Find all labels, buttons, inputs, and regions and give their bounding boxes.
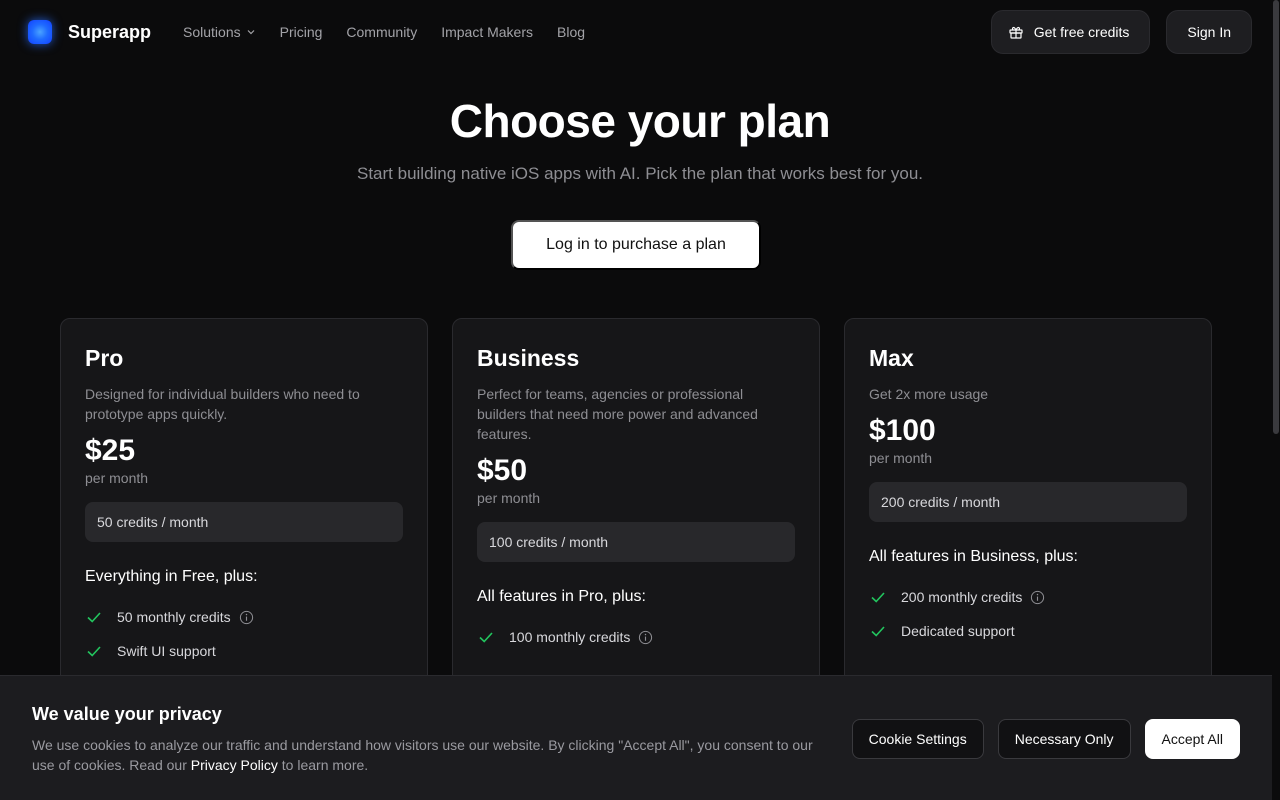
page-title: Choose your plan — [449, 95, 831, 147]
check-icon — [871, 592, 885, 603]
features-heading: All features in Pro, plus: — [477, 588, 646, 605]
feature-label: 100 monthly credits — [509, 629, 631, 645]
check-icon — [87, 646, 101, 657]
cookie-text-before: We use cookies to analyze our traffic an… — [32, 737, 813, 773]
get-free-credits-button[interactable]: Get free credits — [990, 10, 1151, 54]
nav-links: Solutions Pricing Community Impact Maker… — [183, 24, 609, 40]
feature-list: 100 monthly credits — [477, 620, 795, 654]
plan-description: Perfect for teams, agencies or professio… — [477, 386, 758, 442]
privacy-policy-link[interactable]: Privacy Policy — [191, 757, 278, 773]
plan-name: Pro — [85, 345, 124, 371]
feature-item: 200 monthly credits — [869, 580, 1187, 614]
info-icon[interactable] — [1030, 590, 1045, 605]
check-icon — [479, 632, 493, 643]
feature-label: Swift UI support — [117, 643, 216, 659]
plan-credits-selector[interactable]: 100 credits / month — [477, 522, 795, 562]
cookie-settings-button[interactable]: Cookie Settings — [851, 719, 984, 759]
plan-period: per month — [477, 490, 541, 506]
cookie-text: We use cookies to analyze our traffic an… — [32, 735, 832, 775]
gift-icon — [1009, 26, 1023, 39]
plan-credits-selector[interactable]: 200 credits / month — [869, 482, 1187, 522]
nav-link-blog[interactable]: Blog — [557, 24, 585, 40]
plan-name: Max — [869, 345, 914, 371]
top-nav: Superapp Solutions Pricing Community Imp… — [0, 0, 1280, 64]
features-heading: All features in Business, plus: — [869, 548, 1078, 565]
plan-price: $100 — [869, 414, 936, 447]
nav-link-community[interactable]: Community — [346, 24, 417, 40]
check-icon — [871, 626, 885, 637]
cookie-actions: Cookie Settings Necessary Only Accept Al… — [838, 719, 1240, 759]
feature-item: Swift UI support — [85, 634, 403, 668]
page-subtitle: Start building native iOS apps with AI. … — [356, 164, 923, 183]
plan-period: per month — [869, 450, 933, 466]
nav-link-pricing[interactable]: Pricing — [280, 24, 323, 40]
chevron-down-icon — [247, 30, 255, 35]
nav-link-solutions[interactable]: Solutions — [183, 24, 256, 40]
info-icon[interactable] — [638, 630, 653, 645]
cookie-banner: We value your privacy We use cookies to … — [0, 675, 1272, 800]
necessary-only-button[interactable]: Necessary Only — [997, 719, 1131, 759]
superapp-logo-icon[interactable] — [28, 20, 52, 44]
feature-label: 50 monthly credits — [117, 609, 231, 625]
get-free-credits-label: Get free credits — [1033, 24, 1130, 40]
features-heading: Everything in Free, plus: — [85, 568, 258, 585]
nav-link-label: Solutions — [183, 24, 241, 40]
plan-price: $50 — [477, 454, 528, 487]
nav-link-impact-makers[interactable]: Impact Makers — [441, 24, 533, 40]
feature-label: 200 monthly credits — [901, 589, 1023, 605]
feature-list: 200 monthly credits Dedicated support — [869, 580, 1187, 648]
scrollbar-thumb[interactable] — [1273, 0, 1279, 434]
feature-item: 50 monthly credits — [85, 600, 403, 634]
plan-name: Business — [477, 345, 580, 371]
feature-list: 50 monthly credits Swift UI support — [85, 600, 403, 668]
plan-description: Get 2x more usage — [869, 386, 989, 402]
plan-period: per month — [85, 470, 149, 486]
feature-item: 100 monthly credits — [477, 620, 795, 654]
login-to-purchase-button[interactable]: Log in to purchase a plan — [511, 220, 761, 270]
info-icon[interactable] — [239, 610, 254, 625]
nav-actions: Get free credits Sign In — [990, 10, 1252, 54]
check-icon — [87, 612, 101, 623]
plan-credits-selector[interactable]: 50 credits / month — [85, 502, 403, 542]
plan-price: $25 — [85, 434, 136, 467]
feature-label: Dedicated support — [901, 623, 1015, 639]
accept-all-button[interactable]: Accept All — [1144, 719, 1240, 759]
brand-name[interactable]: Superapp — [68, 22, 151, 43]
cookie-text-after: to learn more. — [277, 757, 369, 773]
page-scrollbar[interactable] — [1272, 0, 1280, 800]
sign-in-button[interactable]: Sign In — [1166, 10, 1252, 54]
plan-description: Designed for individual builders who nee… — [85, 386, 360, 422]
feature-item: Dedicated support — [869, 614, 1187, 648]
